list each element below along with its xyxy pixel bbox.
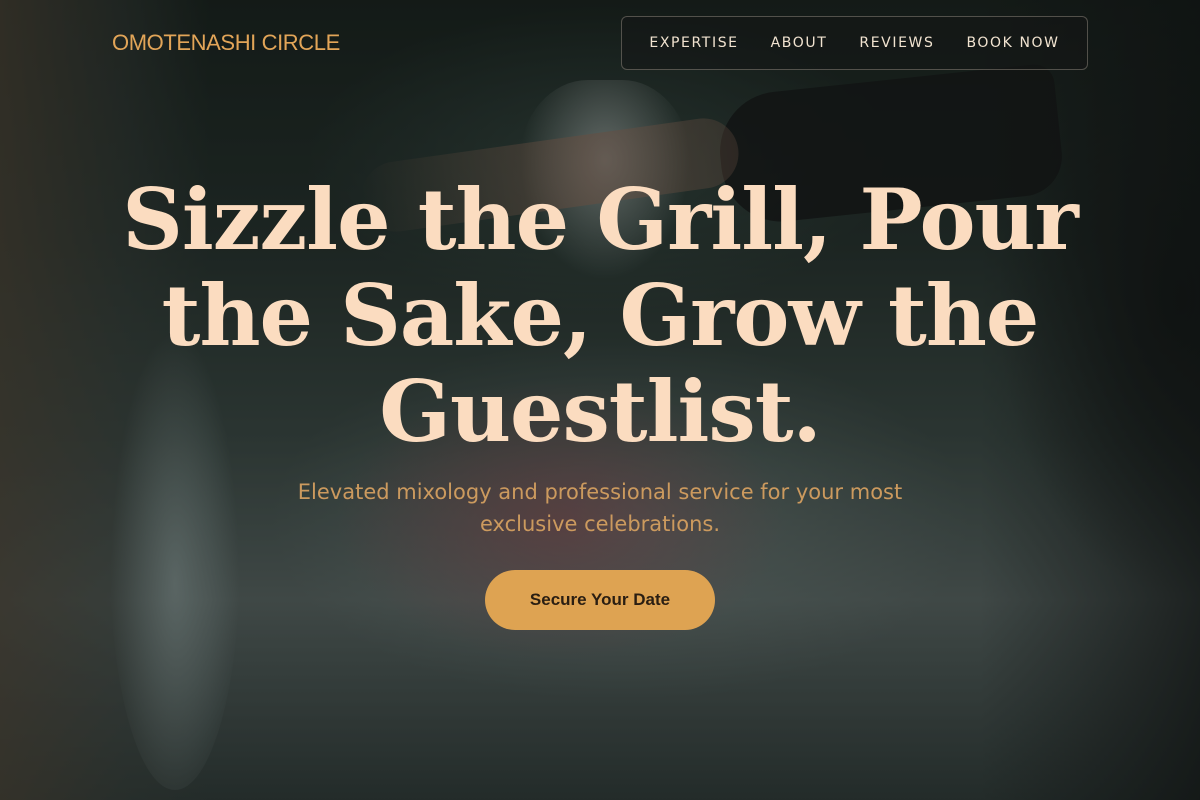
- nav-item-expertise[interactable]: EXPERTISE: [649, 35, 738, 51]
- hero-headline: Sizzle the Grill, Pour the Sake, Grow th…: [122, 170, 1079, 461]
- main-nav: EXPERTISE ABOUT REVIEWS BOOK NOW: [621, 16, 1088, 70]
- nav-item-reviews[interactable]: REVIEWS: [859, 35, 934, 51]
- secure-date-button[interactable]: Secure Your Date: [485, 570, 715, 630]
- hero-subtitle: Elevated mixology and professional servi…: [297, 480, 903, 536]
- nav-item-about[interactable]: ABOUT: [771, 35, 828, 51]
- brand-logo[interactable]: OMOTENASHI CIRCLE: [112, 30, 340, 56]
- nav-item-book-now[interactable]: BOOK NOW: [966, 35, 1059, 51]
